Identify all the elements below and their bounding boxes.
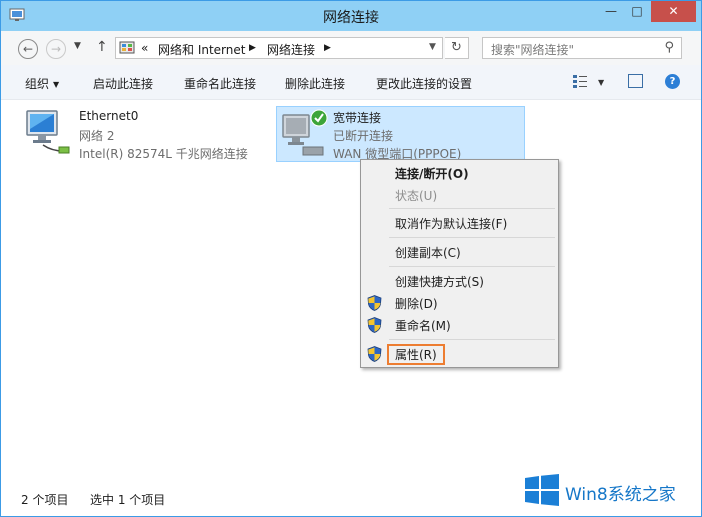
address-overflow[interactable]: « (141, 41, 148, 55)
organize-label: 组织 (25, 77, 50, 91)
rename-connection-button[interactable]: 重命名此连接 (184, 75, 256, 92)
menu-item-create-shortcut[interactable]: 创建快捷方式(S) (395, 273, 484, 290)
network-adapter-icon (26, 110, 70, 154)
minimize-button[interactable]: — (598, 1, 624, 22)
view-options-dropdown-icon[interactable]: ▼ (598, 78, 604, 87)
address-bar[interactable]: « 网络和 Internet ▶ 网络连接 ▶ ▼ (115, 37, 443, 59)
preview-pane-icon[interactable] (628, 74, 643, 88)
uac-shield-icon (367, 317, 382, 333)
chevron-right-icon[interactable]: ▶ (324, 43, 331, 53)
control-panel-icon (119, 41, 135, 54)
delete-connection-button[interactable]: 删除此连接 (285, 75, 345, 92)
uac-shield-icon (367, 346, 382, 362)
watermark-text: Win8系统之家 (565, 485, 676, 505)
menu-separator (389, 237, 555, 238)
connection-status: 已断开连接 (333, 129, 394, 143)
change-view-icon[interactable] (573, 74, 587, 88)
refresh-button[interactable]: ↻ (445, 37, 469, 59)
menu-separator (389, 208, 555, 209)
back-button[interactable]: ← (18, 39, 38, 59)
connection-item-ethernet0[interactable]: Ethernet0 网络 2 Intel(R) 82574L 千兆网络连接 (23, 105, 263, 161)
connection-item-broadband[interactable]: 宽带连接 已断开连接 WAN 微型端口(PPPOE) (276, 106, 525, 162)
navigation-bar: ← → ▼ ↑ « 网络和 Internet ▶ 网络连接 ▶ ▼ ↻ 搜索"网… (1, 31, 701, 65)
command-bar: 组织 ▼ 启动此连接 重命名此连接 删除此连接 更改此连接的设置 ▼ ? (1, 65, 701, 100)
broadband-adapter-icon (282, 109, 328, 156)
properties-highlight-box (387, 344, 445, 365)
connection-name: 宽带连接 (333, 111, 382, 125)
status-selected-count: 选中 1 个项目 (90, 493, 166, 507)
explorer-window: 网络连接 — □ ✕ ← → ▼ ↑ « 网络和 Internet ▶ 网络连接… (0, 0, 702, 517)
menu-item-create-copy[interactable]: 创建副本(C) (395, 244, 461, 261)
address-dropdown-icon[interactable]: ▼ (429, 42, 436, 52)
menu-item-cancel-default[interactable]: 取消作为默认连接(F) (395, 215, 507, 232)
menu-item-status[interactable]: 状态(U) (395, 187, 437, 204)
connection-device: Intel(R) 82574L 千兆网络连接 (79, 147, 248, 161)
close-button[interactable]: ✕ (651, 1, 696, 22)
search-icon[interactable]: ⚲ (664, 40, 674, 55)
connection-status: 网络 2 (79, 129, 115, 143)
address-segment-network-internet[interactable]: 网络和 Internet (158, 41, 245, 58)
window-title: 网络连接 (323, 10, 379, 26)
organize-menu[interactable]: 组织 ▼ (25, 75, 59, 92)
enable-connection-button[interactable]: 启动此连接 (93, 75, 153, 92)
help-icon[interactable]: ? (665, 74, 680, 89)
search-input[interactable]: 搜索"网络连接" ⚲ (482, 37, 682, 59)
menu-separator (389, 339, 555, 340)
uac-shield-icon (367, 295, 382, 311)
maximize-button[interactable]: □ (624, 1, 650, 22)
search-placeholder: 搜索"网络连接" (491, 43, 575, 57)
windows-logo-icon (525, 474, 559, 506)
chevron-right-icon[interactable]: ▶ (249, 43, 256, 53)
menu-separator (389, 266, 555, 267)
menu-item-connect-disconnect[interactable]: 连接/断开(O) (395, 165, 469, 182)
address-segment-network-connections[interactable]: 网络连接 (267, 41, 315, 58)
up-button[interactable]: ↑ (96, 39, 108, 55)
menu-item-delete[interactable]: 删除(D) (395, 295, 438, 312)
change-settings-button[interactable]: 更改此连接的设置 (376, 75, 472, 92)
menu-item-rename[interactable]: 重命名(M) (395, 317, 451, 334)
title-bar: 网络连接 — □ ✕ (1, 1, 701, 31)
watermark: Win8系统之家 (523, 472, 691, 508)
status-item-count: 2 个项目 (21, 493, 69, 507)
connection-name: Ethernet0 (79, 109, 139, 123)
context-menu: 连接/断开(O) 状态(U) 取消作为默认连接(F) 创建副本(C) 创建快捷方… (360, 159, 559, 368)
recent-locations-button[interactable]: ▼ (74, 41, 81, 51)
forward-button[interactable]: → (46, 39, 66, 59)
dropdown-arrow-icon: ▼ (53, 80, 60, 89)
